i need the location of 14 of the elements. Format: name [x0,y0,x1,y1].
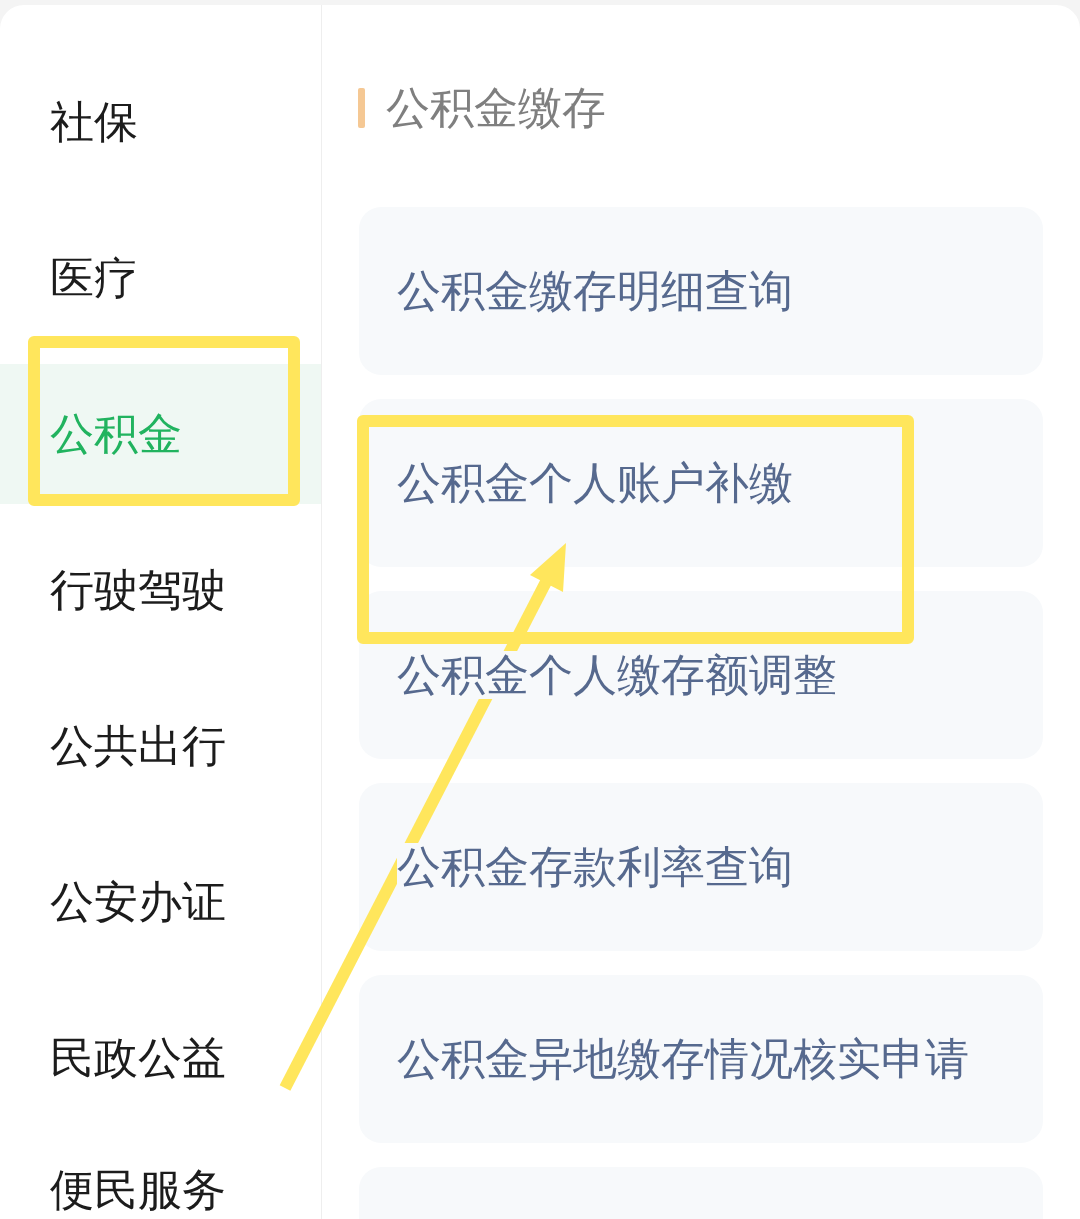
sidebar-item[interactable]: 民政公益 [0,988,321,1128]
service-item[interactable]: 公积金存款利率查询 [359,783,1043,951]
sidebar-item[interactable]: 公共出行 [0,676,321,816]
service-item[interactable]: 公积金异地缴存情况核实申请 [359,975,1043,1143]
sidebar-item[interactable]: 公安办证 [0,832,321,972]
service-item[interactable]: 公积金个人缴存额调整 [359,591,1043,759]
sidebar-item[interactable]: 社保 [0,52,321,192]
sidebar-item[interactable]: 医疗 [0,208,321,348]
service-item[interactable]: 公积金缴存明细查询 [359,207,1043,375]
section-title: 公积金缴存 [386,86,606,130]
service-item[interactable]: 公积金个人账户补缴 [359,399,1043,567]
sidebar-item[interactable]: 行驶驾驶 [0,520,321,660]
title-marker-icon [358,88,365,128]
sidebar-item[interactable]: 便民服务 [0,1144,321,1219]
